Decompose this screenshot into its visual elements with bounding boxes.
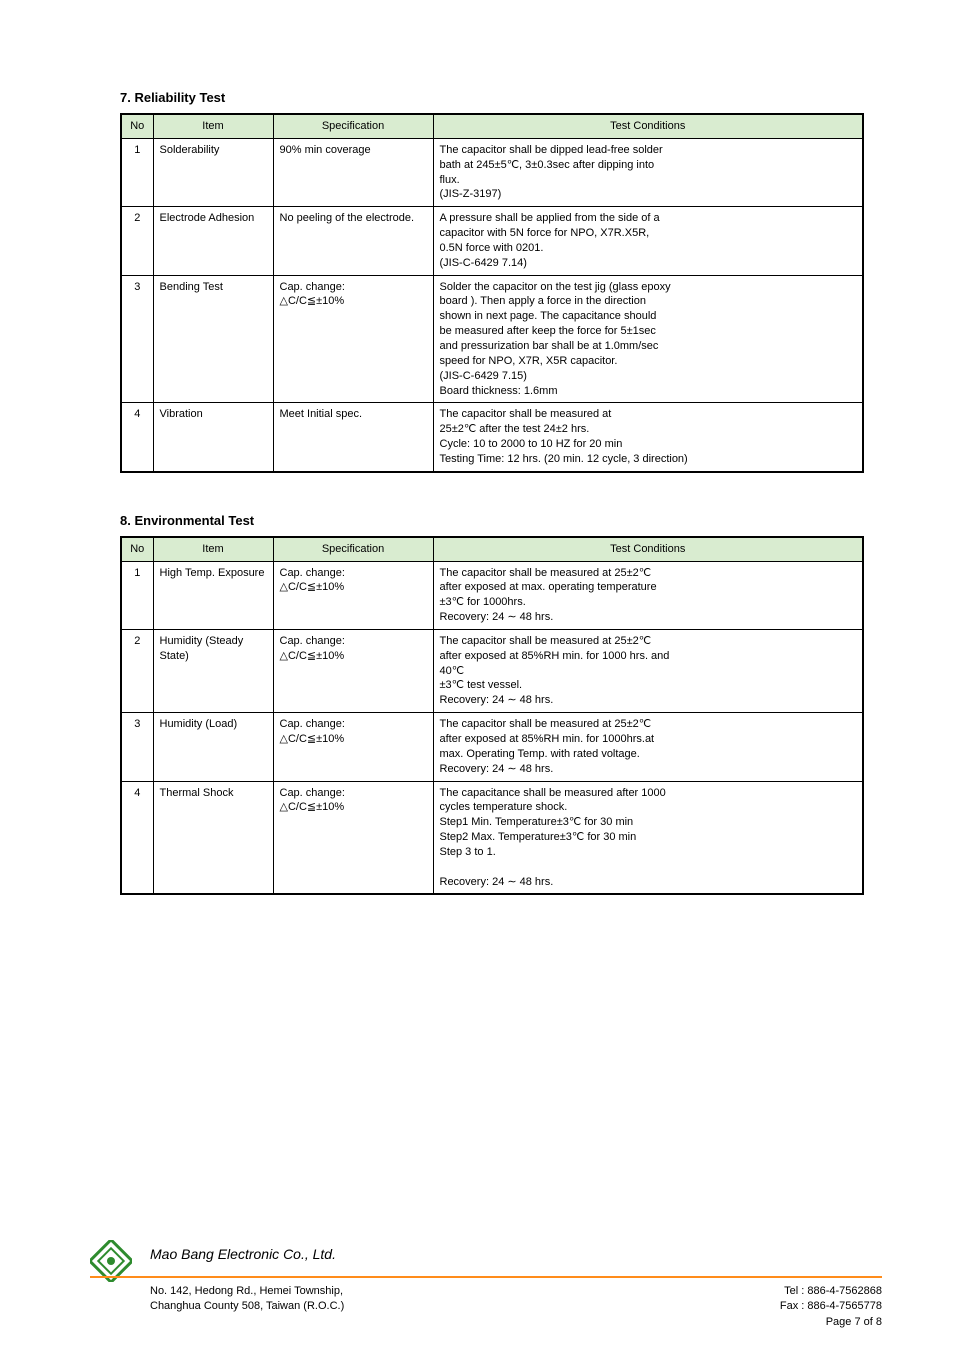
th-cond: Test Conditions [433,537,863,561]
footer-page-number: Page 7 of 8 [780,1315,882,1330]
table-row: 2 Humidity (Steady State) Cap. change: △… [121,629,863,712]
cell-spec: 90% min coverage [273,138,433,206]
reliability-table: No Item Specification Test Conditions 1 … [120,113,864,473]
cell-no: 3 [121,713,153,781]
th-item: Item [153,537,273,561]
footer-right-block: Tel : 886-4-7562868 Fax : 886-4-7565778 … [780,1284,882,1330]
cell-cond: The capacitance shall be measured after … [433,781,863,894]
th-cond: Test Conditions [433,114,863,138]
th-no: No [121,114,153,138]
cell-item: Bending Test [153,275,273,403]
cell-item: Humidity (Steady State) [153,629,273,712]
table-row: 4 Thermal Shock Cap. change: △C/C≦±10% T… [121,781,863,894]
cell-no: 1 [121,138,153,206]
footer-fax: Fax : 886-4-7565778 [780,1299,882,1314]
cell-spec: Cap. change: △C/C≦±10% [273,713,433,781]
table-row: 2 Electrode Adhesion No peeling of the e… [121,207,863,275]
th-spec: Specification [273,114,433,138]
cell-spec: Cap. change: △C/C≦±10% [273,781,433,894]
cell-cond: A pressure shall be applied from the sid… [433,207,863,275]
cell-cond: The capacitor shall be measured at 25±2℃… [433,713,863,781]
table-row: 1 Solderability 90% min coverage The cap… [121,138,863,206]
cell-item: Humidity (Load) [153,713,273,781]
cell-cond: The capacitor shall be measured at 25±2℃… [433,403,863,472]
cell-no: 4 [121,781,153,894]
cell-spec: Cap. change: △C/C≦±10% [273,275,433,403]
cell-spec: Cap. change: △C/C≦±10% [273,629,433,712]
footer: Mao Bang Electronic Co., Ltd. No. 142, H… [0,1196,954,1351]
section-title-reliability: 7. Reliability Test [120,90,864,105]
th-item: Item [153,114,273,138]
cell-cond: The capacitor shall be measured at 25±2℃… [433,561,863,629]
footer-address: No. 142, Hedong Rd., Hemei Township, Cha… [150,1284,344,1315]
table-row: 4 Vibration Meet Initial spec. The capac… [121,403,863,472]
table-row: 3 Bending Test Cap. change: △C/C≦±10% So… [121,275,863,403]
cell-spec: Meet Initial spec. [273,403,433,472]
table-row: 1 High Temp. Exposure Cap. change: △C/C≦… [121,561,863,629]
footer-addr-line2: Changhua County 508, Taiwan (R.O.C.) [150,1299,344,1314]
cell-no: 4 [121,403,153,472]
cell-no: 2 [121,207,153,275]
cell-no: 3 [121,275,153,403]
table-header-row: No Item Specification Test Conditions [121,114,863,138]
footer-tel: Tel : 886-4-7562868 [780,1284,882,1299]
cell-item: Electrode Adhesion [153,207,273,275]
environmental-table: No Item Specification Test Conditions 1 … [120,536,864,896]
footer-divider [90,1276,882,1278]
th-no: No [121,537,153,561]
footer-company-name: Mao Bang Electronic Co., Ltd. [150,1246,336,1262]
cell-item: Solderability [153,138,273,206]
cell-cond: Solder the capacitor on the test jig (gl… [433,275,863,403]
cell-item: High Temp. Exposure [153,561,273,629]
cell-no: 2 [121,629,153,712]
cell-spec: No peeling of the electrode. [273,207,433,275]
cell-no: 1 [121,561,153,629]
table-header-row: No Item Specification Test Conditions [121,537,863,561]
cell-item: Vibration [153,403,273,472]
th-spec: Specification [273,537,433,561]
cell-spec: Cap. change: △C/C≦±10% [273,561,433,629]
cell-item: Thermal Shock [153,781,273,894]
company-logo-icon [90,1240,132,1287]
cell-cond: The capacitor shall be measured at 25±2℃… [433,629,863,712]
table-row: 3 Humidity (Load) Cap. change: △C/C≦±10%… [121,713,863,781]
footer-addr-line1: No. 142, Hedong Rd., Hemei Township, [150,1284,344,1299]
section-title-environmental: 8. Environmental Test [120,513,864,528]
cell-cond: The capacitor shall be dipped lead-free … [433,138,863,206]
